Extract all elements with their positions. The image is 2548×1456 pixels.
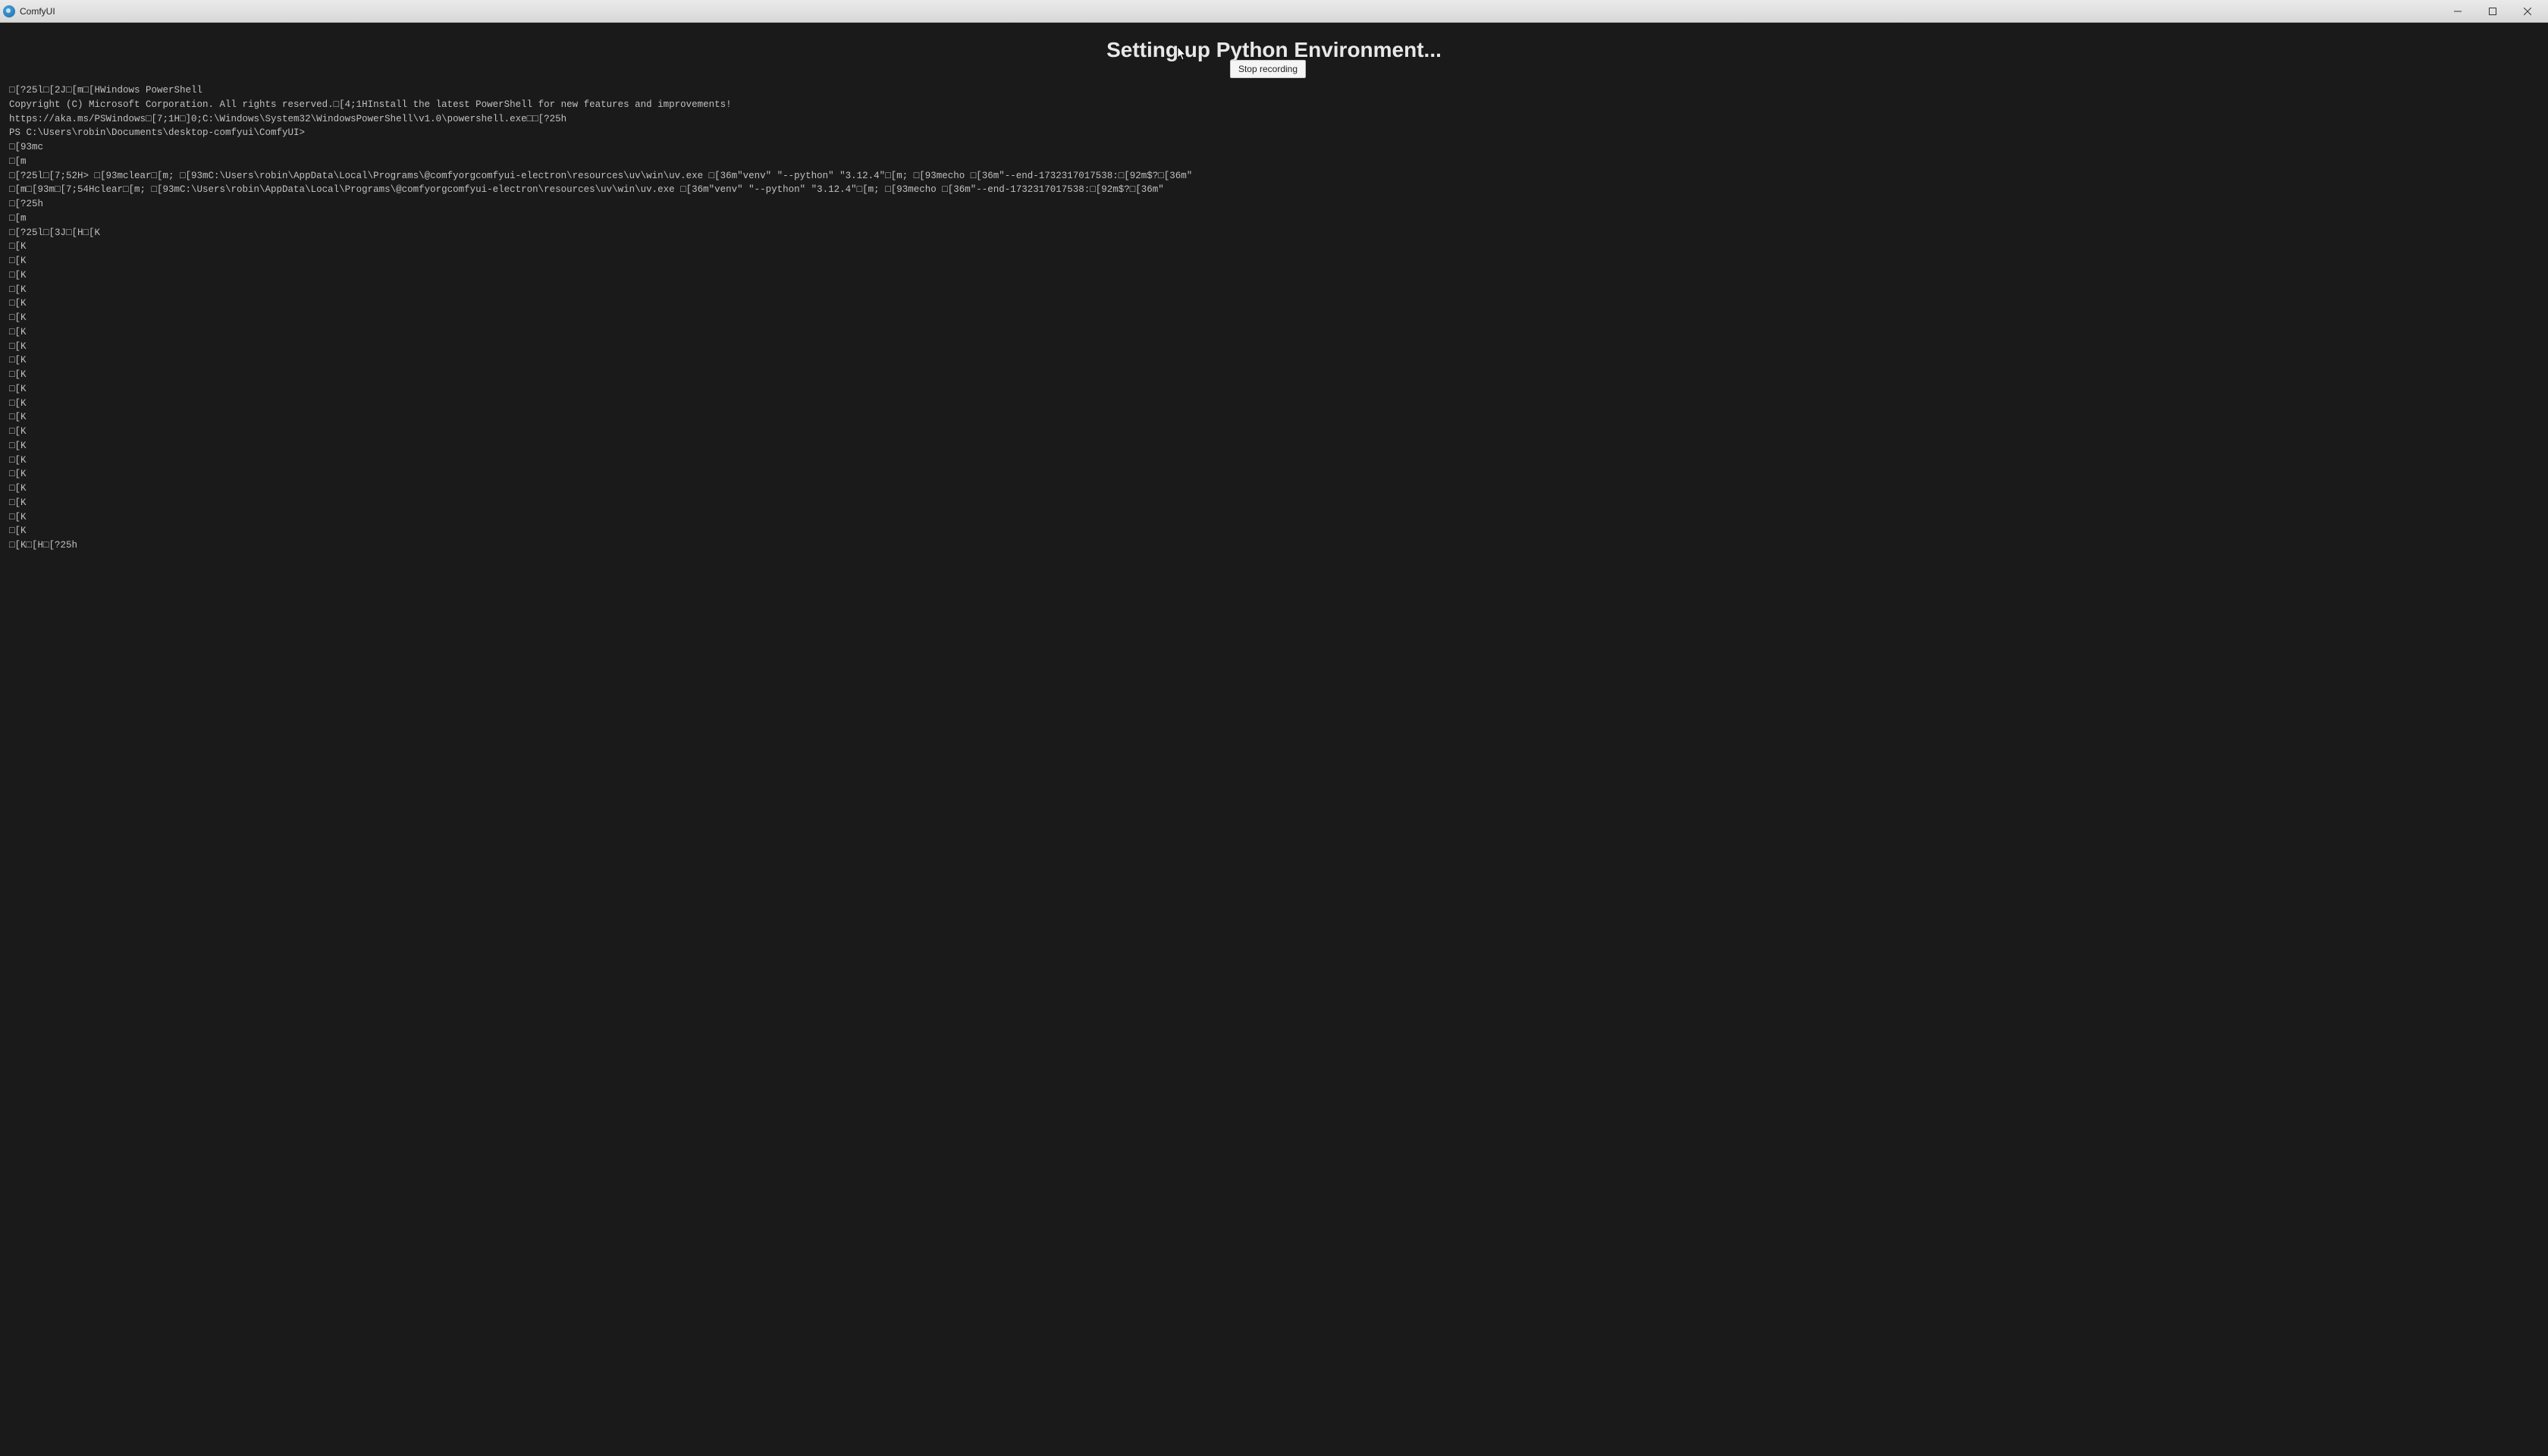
minimize-icon [2454,8,2462,15]
close-button[interactable] [2510,1,2545,22]
terminal-line: □[K [9,453,2539,468]
app-title: ComfyUI [20,6,55,17]
terminal-line: □[K□[H□[?25h [9,538,2539,553]
terminal-line: □[K [9,268,2539,283]
terminal-line: □[K [9,439,2539,453]
terminal-line: □[K [9,311,2539,325]
terminal-line: □[K [9,240,2539,254]
tooltip-stop-recording: Stop recording [1230,60,1306,78]
terminal-line: □[K [9,397,2539,411]
terminal-output: □[?25l□[2J□[m□[HWindows PowerShellCopyri… [0,77,2548,559]
titlebar[interactable]: ComfyUI [0,0,2548,23]
terminal-line: □[K [9,382,2539,397]
terminal-line: Copyright (C) Microsoft Corporation. All… [9,98,2539,112]
minimize-button[interactable] [2440,1,2475,22]
terminal-line: □[K [9,496,2539,510]
content-area: Setting up Python Environment... Stop re… [0,23,2548,1456]
terminal-line: □[K [9,283,2539,297]
app-icon [3,5,15,17]
terminal-line: □[?25h [9,197,2539,212]
terminal-line: □[m [9,155,2539,169]
terminal-line: □[K [9,510,2539,525]
terminal-line: □[K [9,254,2539,268]
terminal-line: □[m [9,212,2539,226]
terminal-line: □[?25l□[2J□[m□[HWindows PowerShell [9,83,2539,98]
maximize-icon [2489,8,2496,15]
terminal-line: □[K [9,353,2539,368]
window-controls [2440,1,2545,22]
terminal-line: https://aka.ms/PSWindows□[7;1H□]0;C:\Win… [9,112,2539,127]
terminal-line: PS C:\Users\robin\Documents\desktop-comf… [9,126,2539,140]
terminal-line: □[K [9,410,2539,425]
terminal-line: □[?25l□[7;52H> □[93mclear□[m; □[93mC:\Us… [9,169,2539,184]
titlebar-left: ComfyUI [3,5,55,17]
terminal-line: □[K [9,467,2539,482]
maximize-button[interactable] [2475,1,2510,22]
terminal-line: □[K [9,482,2539,496]
terminal-line: □[K [9,425,2539,439]
terminal-line: □[K [9,297,2539,311]
terminal-line: □[K [9,524,2539,538]
terminal-line: □[93mc [9,140,2539,155]
close-icon [2524,8,2531,15]
terminal-line: □[K [9,340,2539,354]
page-heading: Setting up Python Environment... [0,38,2548,62]
terminal-line: □[K [9,325,2539,340]
terminal-line: □[K [9,368,2539,382]
terminal-line: □[m□[93m□[7;54Hclear□[m; □[93mC:\Users\r… [9,183,2539,197]
terminal-line: □[?25l□[3J□[H□[K [9,226,2539,240]
